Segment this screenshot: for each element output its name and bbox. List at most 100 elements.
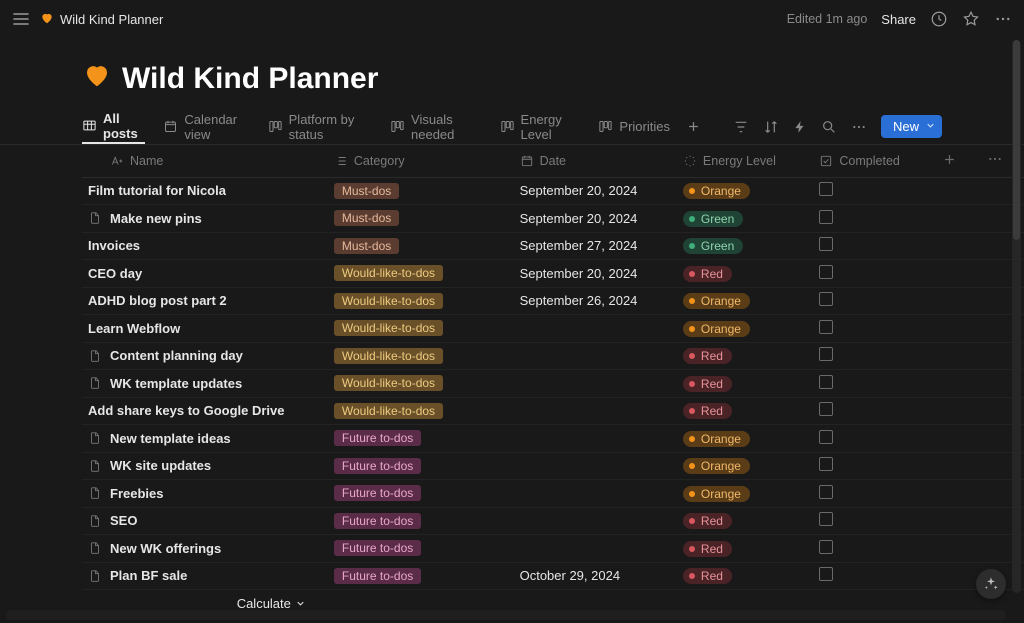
category-tag[interactable]: Future to-dos: [334, 540, 421, 556]
date-cell[interactable]: [512, 535, 675, 563]
date-cell[interactable]: [512, 480, 675, 508]
category-tag[interactable]: Would-like-to-dos: [334, 375, 443, 391]
category-tag[interactable]: Would-like-to-dos: [334, 293, 443, 309]
completed-checkbox[interactable]: [819, 402, 833, 416]
more-icon[interactable]: [994, 10, 1012, 28]
search-icon[interactable]: [821, 119, 837, 135]
table-row[interactable]: New WK offeringsFuture to-dosRed: [82, 535, 1024, 563]
table-row[interactable]: Film tutorial for NicolaMust-dosSeptembe…: [82, 177, 1024, 205]
share-button[interactable]: Share: [881, 12, 916, 27]
view-tab-platform-by-status[interactable]: Platform by status: [268, 109, 372, 144]
energy-pill[interactable]: Red: [683, 348, 732, 364]
energy-pill[interactable]: Green: [683, 211, 743, 227]
energy-pill[interactable]: Orange: [683, 293, 750, 309]
view-tab-priorities[interactable]: Priorities: [598, 109, 670, 144]
view-tab-visuals-needed[interactable]: Visuals needed: [390, 109, 482, 144]
category-tag[interactable]: Would-like-to-dos: [334, 265, 443, 281]
date-cell[interactable]: [512, 315, 675, 343]
table-row[interactable]: Learn WebflowWould-like-to-dosOrange: [82, 315, 1024, 343]
table-row[interactable]: SEOFuture to-dosRed: [82, 507, 1024, 535]
table-row[interactable]: Make new pinsMust-dosSeptember 20, 2024G…: [82, 205, 1024, 233]
date-cell[interactable]: [512, 342, 675, 370]
ai-fab-button[interactable]: [976, 569, 1006, 599]
completed-checkbox[interactable]: [819, 567, 833, 581]
energy-pill[interactable]: Orange: [683, 486, 750, 502]
date-cell[interactable]: October 29, 2024: [512, 562, 675, 590]
completed-checkbox[interactable]: [819, 347, 833, 361]
view-tab-energy-level[interactable]: Energy Level: [500, 109, 581, 144]
energy-pill[interactable]: Red: [683, 541, 732, 557]
date-cell[interactable]: [512, 452, 675, 480]
col-completed[interactable]: Completed: [811, 145, 934, 177]
completed-checkbox[interactable]: [819, 512, 833, 526]
add-column[interactable]: [934, 145, 979, 177]
breadcrumb[interactable]: Wild Kind Planner: [40, 11, 163, 28]
date-cell[interactable]: [512, 397, 675, 425]
completed-checkbox[interactable]: [819, 540, 833, 554]
table-row[interactable]: WK template updatesWould-like-to-dosRed: [82, 370, 1024, 398]
vertical-scrollbar[interactable]: [1012, 40, 1021, 593]
category-tag[interactable]: Would-like-to-dos: [334, 348, 443, 364]
filter-icon[interactable]: [733, 119, 749, 135]
completed-checkbox[interactable]: [819, 210, 833, 224]
view-tab-all-posts[interactable]: All posts: [82, 109, 145, 144]
category-tag[interactable]: Must-dos: [334, 210, 399, 226]
completed-checkbox[interactable]: [819, 182, 833, 196]
table-row[interactable]: WK site updatesFuture to-dosOrange: [82, 452, 1024, 480]
table-row[interactable]: ADHD blog post part 2Would-like-to-dosSe…: [82, 287, 1024, 315]
add-view-icon[interactable]: [686, 119, 701, 134]
col-category[interactable]: Category: [326, 145, 512, 177]
completed-checkbox[interactable]: [819, 265, 833, 279]
calculate-button[interactable]: Calculate: [90, 596, 318, 611]
category-tag[interactable]: Would-like-to-dos: [334, 403, 443, 419]
energy-pill[interactable]: Red: [683, 568, 732, 584]
table-row[interactable]: Add share keys to Google DriveWould-like…: [82, 397, 1024, 425]
energy-pill[interactable]: Red: [683, 513, 732, 529]
category-tag[interactable]: Must-dos: [334, 183, 399, 199]
completed-checkbox[interactable]: [819, 485, 833, 499]
category-tag[interactable]: Future to-dos: [334, 430, 421, 446]
date-cell[interactable]: [512, 507, 675, 535]
energy-pill[interactable]: Red: [683, 266, 732, 282]
category-tag[interactable]: Must-dos: [334, 238, 399, 254]
category-tag[interactable]: Future to-dos: [334, 485, 421, 501]
completed-checkbox[interactable]: [819, 375, 833, 389]
sort-icon[interactable]: [763, 119, 779, 135]
date-cell[interactable]: September 20, 2024: [512, 177, 675, 205]
completed-checkbox[interactable]: [819, 237, 833, 251]
date-cell[interactable]: September 20, 2024: [512, 205, 675, 233]
category-tag[interactable]: Future to-dos: [334, 568, 421, 584]
new-button[interactable]: New: [881, 115, 942, 138]
completed-checkbox[interactable]: [819, 457, 833, 471]
energy-pill[interactable]: Red: [683, 376, 732, 392]
col-energy[interactable]: Energy Level: [675, 145, 811, 177]
date-cell[interactable]: September 26, 2024: [512, 287, 675, 315]
date-cell[interactable]: September 20, 2024: [512, 260, 675, 288]
energy-pill[interactable]: Orange: [683, 431, 750, 447]
category-tag[interactable]: Would-like-to-dos: [334, 320, 443, 336]
date-cell[interactable]: September 27, 2024: [512, 232, 675, 260]
date-cell[interactable]: [512, 370, 675, 398]
horizontal-scrollbar[interactable]: [6, 610, 1006, 620]
automation-icon[interactable]: [793, 119, 807, 135]
table-row[interactable]: Plan BF saleFuture to-dosOctober 29, 202…: [82, 562, 1024, 590]
table-row[interactable]: New template ideasFuture to-dosOrange: [82, 425, 1024, 453]
energy-pill[interactable]: Orange: [683, 183, 750, 199]
star-icon[interactable]: [962, 10, 980, 28]
col-name[interactable]: Name: [82, 145, 326, 177]
menu-toggle[interactable]: [12, 10, 30, 28]
energy-pill[interactable]: Orange: [683, 458, 750, 474]
table-row[interactable]: FreebiesFuture to-dosOrange: [82, 480, 1024, 508]
completed-checkbox[interactable]: [819, 292, 833, 306]
date-cell[interactable]: [512, 425, 675, 453]
clock-icon[interactable]: [930, 10, 948, 28]
energy-pill[interactable]: Red: [683, 403, 732, 419]
table-row[interactable]: Content planning dayWould-like-to-dosRed: [82, 342, 1024, 370]
view-more-icon[interactable]: [851, 119, 867, 135]
category-tag[interactable]: Future to-dos: [334, 513, 421, 529]
completed-checkbox[interactable]: [819, 320, 833, 334]
view-tab-calendar-view[interactable]: Calendar view: [163, 109, 249, 144]
table-row[interactable]: InvoicesMust-dosSeptember 27, 2024Green: [82, 232, 1024, 260]
category-tag[interactable]: Future to-dos: [334, 458, 421, 474]
completed-checkbox[interactable]: [819, 430, 833, 444]
